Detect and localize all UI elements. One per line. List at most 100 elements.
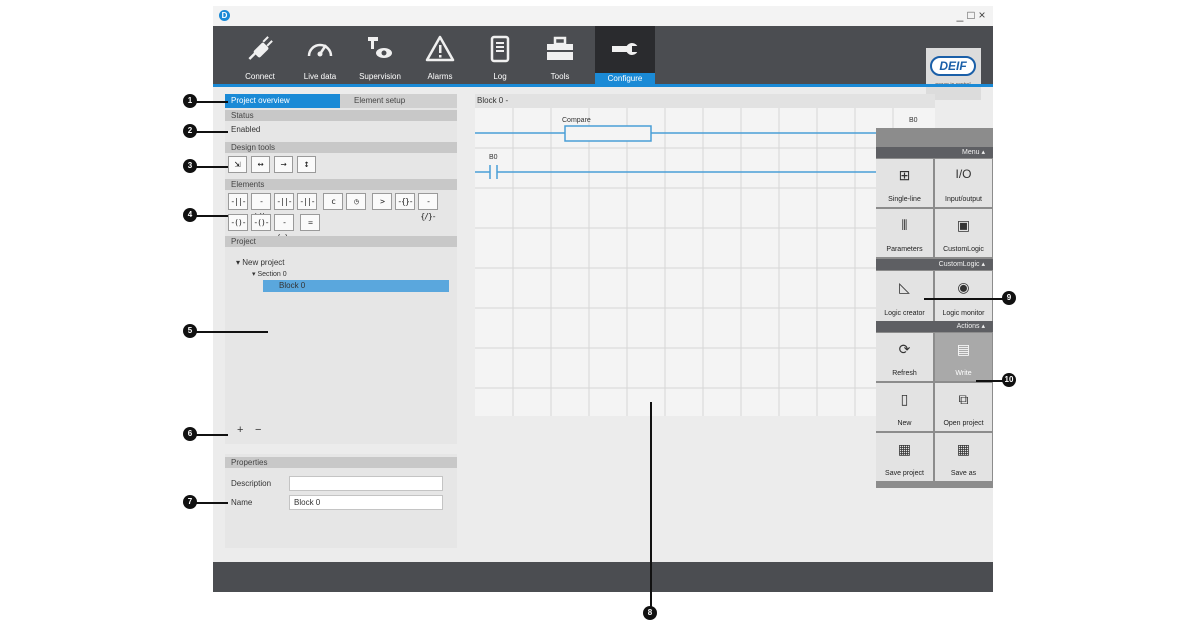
callout-1: 1: [183, 94, 197, 108]
status-header: Status: [225, 110, 457, 121]
actions-header[interactable]: Actions ▴: [876, 321, 993, 332]
write-button[interactable]: ▤ Write: [935, 333, 992, 381]
menu-customlogic[interactable]: ▣ CustomLogic: [935, 209, 992, 257]
maximize-button[interactable]: □: [966, 8, 976, 22]
menu-single-line[interactable]: ⊞ Single-line: [876, 159, 933, 207]
write-label: Write: [955, 370, 972, 377]
tab-element-setup[interactable]: Element setup: [340, 94, 457, 108]
new-label: New: [897, 420, 912, 427]
toolbar-connect-label: Connect: [245, 72, 275, 81]
description-field[interactable]: [289, 476, 443, 491]
save-project-label: Save project: [885, 470, 924, 477]
callout-7-leader: [196, 502, 228, 504]
minimize-button[interactable]: _: [955, 8, 965, 22]
customlogic-header[interactable]: CustomLogic ▴: [876, 259, 993, 270]
io-icon: I/O: [955, 167, 972, 181]
design-tool-select[interactable]: ⇲: [228, 156, 247, 173]
chevron-up-icon: ▴: [981, 261, 985, 268]
new-file-icon: ▯: [900, 391, 909, 407]
tree-block[interactable]: Block 0: [263, 280, 449, 292]
menu-parameters-label: Parameters: [886, 246, 923, 253]
write-icon: ▤: [956, 341, 971, 357]
tree-section-label: Section 0: [257, 271, 287, 278]
menu-single-line-label: Single-line: [888, 196, 921, 203]
callout-9-leader: [924, 298, 1004, 300]
element-nc-contact[interactable]: -|/|-: [251, 193, 271, 221]
element-falling-contact[interactable]: -||-: [297, 193, 317, 210]
toolbar-alarms[interactable]: Alarms: [410, 26, 470, 84]
element-no-contact[interactable]: -||-: [228, 193, 248, 210]
element-set-coil[interactable]: -()-: [251, 214, 271, 231]
callout-5: 5: [183, 324, 197, 338]
toolbar-tools[interactable]: Tools: [530, 26, 590, 84]
tab-project-overview[interactable]: Project overview: [225, 94, 340, 108]
tree-project[interactable]: ▾ New project: [236, 257, 285, 268]
toolbar-log[interactable]: Log: [470, 26, 530, 84]
element-function[interactable]: -{}-: [395, 193, 415, 210]
wrench-icon: [612, 43, 640, 55]
elements-header: Elements: [225, 179, 457, 190]
design-tool-horizontal[interactable]: ↔: [251, 156, 270, 173]
refresh-icon: ⟳: [898, 341, 911, 357]
close-button[interactable]: ×: [977, 8, 987, 22]
logic-creator-button[interactable]: ◺ Logic creator: [876, 271, 933, 321]
element-reset-coil[interactable]: -(.)-: [274, 214, 294, 242]
element-compare[interactable]: >: [372, 193, 392, 210]
save-as-icon: ▦: [956, 441, 971, 457]
logic-chip-icon: ▣: [956, 217, 971, 233]
menu-input-output-label: Input/output: [945, 196, 982, 203]
callout-1-leader: [196, 101, 228, 103]
toolbar-configure[interactable]: Configure: [595, 26, 655, 84]
pencil-ruler-icon: ◺: [899, 279, 910, 295]
application-window: D _ □ × Connect Live data Supervision Al…: [213, 6, 993, 592]
toolbar-supervision[interactable]: Supervision: [350, 26, 410, 84]
remove-button[interactable]: −: [255, 424, 261, 436]
toolbar-supervision-label: Supervision: [359, 72, 401, 81]
log-icon: [490, 35, 510, 63]
name-field[interactable]: Block 0: [289, 495, 443, 510]
callout-8: 8: [643, 606, 657, 620]
tree-project-label: New project: [242, 258, 285, 267]
logic-canvas[interactable]: Block 0 - Compare B0 B0: [475, 94, 935, 416]
menu-parameters[interactable]: ⫴ Parameters: [876, 209, 933, 257]
new-button[interactable]: ▯ New: [876, 383, 933, 431]
supervision-icon: [368, 37, 392, 58]
callout-6-leader: [196, 434, 228, 436]
properties-panel: Properties Description Name Block 0: [225, 454, 457, 548]
menu-header[interactable]: Menu ▴: [876, 147, 993, 158]
refresh-label: Refresh: [892, 370, 917, 377]
compare-block[interactable]: [564, 125, 652, 142]
chevron-up-icon: ▴: [981, 323, 985, 330]
open-project-button[interactable]: ⧉ Open project: [935, 383, 992, 431]
toolbar-live-data[interactable]: Live data: [290, 26, 350, 84]
project-panel: Project overview Element setup Status En…: [225, 94, 457, 444]
toolbar-alarms-label: Alarms: [427, 72, 453, 81]
tree-section[interactable]: ▾ Section 0: [252, 269, 287, 280]
logic-monitor-label: Logic monitor: [942, 310, 985, 317]
contact-gap: [490, 165, 497, 179]
status-bar: [213, 562, 993, 592]
menu-input-output[interactable]: I/O Input/output: [935, 159, 992, 207]
properties-header: Properties: [225, 457, 457, 468]
save-as-button[interactable]: ▦ Save as: [935, 433, 992, 481]
element-counter[interactable]: c: [323, 193, 343, 210]
open-folder-icon: ⧉: [958, 391, 969, 407]
refresh-button[interactable]: ⟳ Refresh: [876, 333, 933, 381]
toolbox-icon: [547, 36, 573, 60]
element-neg-function[interactable]: -{/}-: [418, 193, 438, 221]
toolbar-connect[interactable]: Connect: [230, 26, 290, 84]
design-tool-vertical[interactable]: ↕: [297, 156, 316, 173]
coil-label: B0: [909, 117, 918, 124]
add-button[interactable]: +: [237, 424, 243, 436]
logic-monitor-button[interactable]: ◉ Logic monitor: [935, 271, 992, 321]
design-tool-arrow[interactable]: →: [274, 156, 293, 173]
save-project-button[interactable]: ▦ Save project: [876, 433, 933, 481]
element-coil[interactable]: -()-: [228, 214, 248, 231]
callout-10: 10: [1002, 373, 1016, 387]
callout-2: 2: [183, 124, 197, 138]
element-rising-contact[interactable]: -||-: [274, 193, 294, 210]
brand-logo: DEIF power in control: [926, 48, 981, 100]
element-equals[interactable]: =: [300, 214, 320, 231]
element-timer[interactable]: ◷: [346, 193, 366, 210]
open-project-label: Open project: [943, 420, 984, 427]
